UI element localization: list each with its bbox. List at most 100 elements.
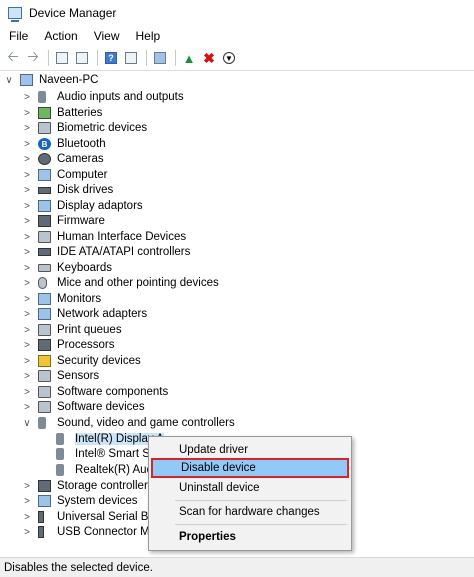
chevron-down-icon[interactable]: ∨ [4, 75, 14, 86]
scan-monitor-icon[interactable] [151, 49, 169, 67]
chevron-right-icon[interactable]: > [22, 247, 32, 258]
chevron-right-icon[interactable]: > [22, 371, 32, 382]
tree-item-firmware[interactable]: > Firmware [22, 213, 105, 229]
tree-item-label: Computer [57, 169, 108, 181]
menu-action[interactable]: Action [35, 29, 84, 43]
tree-item-sound[interactable]: ∨ Sound, video and game controllers [22, 415, 235, 431]
chevron-right-icon[interactable]: > [22, 92, 32, 103]
tree-item-cameras[interactable]: > Cameras [22, 151, 104, 167]
chevron-right-icon[interactable]: > [22, 496, 32, 507]
divider [0, 70, 474, 71]
uninstall-icon[interactable]: ✖ [200, 49, 218, 67]
update-driver-menu-item[interactable]: Update driver [151, 440, 349, 460]
chevron-right-icon[interactable]: > [22, 123, 32, 134]
chevron-right-icon[interactable]: > [22, 154, 32, 165]
tree-item-usb-connector[interactable]: > USB Connector Man [22, 524, 162, 540]
tree-item-label: Storage controllers [57, 480, 154, 492]
tree-item-computer[interactable]: > Computer [22, 167, 108, 183]
tree-item-label: Disk drives [57, 184, 114, 196]
chevron-right-icon[interactable]: > [22, 527, 32, 538]
speaker-icon [38, 91, 46, 103]
menu-view[interactable]: View [85, 29, 127, 43]
console-tree-icon[interactable] [73, 49, 91, 67]
usb-icon [38, 511, 44, 523]
disable-device-menu-item[interactable]: Disable device [151, 458, 349, 478]
monitor-icon [38, 293, 51, 305]
update-driver-icon[interactable]: ▲ [180, 49, 198, 67]
camera-icon [38, 153, 51, 165]
software-component-icon [38, 386, 51, 398]
tree-item-label: Human Interface Devices [57, 231, 187, 243]
tree-item-usb[interactable]: > Universal Serial Bus [22, 509, 161, 525]
tree-item-sensors[interactable]: > Sensors [22, 368, 99, 384]
system-device-icon [38, 495, 51, 507]
tree-item-label: Monitors [57, 293, 102, 305]
chevron-right-icon[interactable]: > [22, 201, 32, 212]
tree-item-realtek-audio[interactable]: Realtek(R) Audio [56, 462, 162, 478]
tree-item-ide[interactable]: > IDE ATA/ATAPI controllers [22, 244, 190, 260]
chevron-down-icon[interactable]: ∨ [22, 418, 32, 429]
chevron-right-icon[interactable]: > [22, 139, 32, 150]
chevron-right-icon[interactable]: > [22, 309, 32, 320]
tree-item-software-devices[interactable]: > Software devices [22, 399, 145, 415]
tree-item-bluetooth[interactable]: > B Bluetooth [22, 136, 106, 152]
menu-help[interactable]: Help [127, 29, 168, 43]
chevron-right-icon[interactable]: > [22, 185, 32, 196]
scan-hardware-menu-item[interactable]: Scan for hardware changes [151, 502, 349, 522]
chevron-right-icon[interactable]: > [22, 325, 32, 336]
tree-item-label: Network adapters [57, 308, 148, 320]
tree-item-disk-drives[interactable]: > Disk drives [22, 182, 113, 198]
chevron-right-icon[interactable]: > [22, 232, 32, 243]
forward-icon[interactable]: 🡢 [24, 48, 42, 67]
tree-item-intel-smart-sound[interactable]: Intel® Smart Sou [56, 446, 163, 462]
toolbar: 🡠 🡢 ? ▲ ✖ ▼ [0, 47, 474, 69]
chevron-right-icon[interactable]: > [22, 294, 32, 305]
tree-item-system-devices[interactable]: > System devices [22, 493, 138, 509]
bluetooth-icon: B [38, 138, 51, 150]
chevron-right-icon[interactable]: > [22, 512, 32, 523]
chevron-right-icon[interactable]: > [22, 108, 32, 119]
chevron-right-icon[interactable]: > [22, 340, 32, 351]
back-icon[interactable]: 🡠 [4, 48, 22, 67]
tree-item-display-adaptors[interactable]: > Display adaptors [22, 198, 143, 214]
tree-item-hid[interactable]: > Human Interface Devices [22, 229, 186, 245]
tree-item-batteries[interactable]: > Batteries [22, 105, 102, 121]
tree-item-storage[interactable]: > Storage controllers [22, 478, 154, 494]
chevron-right-icon[interactable]: > [22, 216, 32, 227]
help-icon[interactable]: ? [102, 49, 120, 67]
properties-menu-item[interactable]: Properties [151, 527, 349, 547]
tree-item-biometric[interactable]: > Biometric devices [22, 120, 147, 136]
menu-file[interactable]: File [0, 29, 35, 43]
tree-root[interactable]: ∨ Naveen-PC [4, 72, 98, 88]
tree-item-processors[interactable]: > Processors [22, 337, 115, 353]
tree-item-mice[interactable]: > Mice and other pointing devices [22, 275, 219, 291]
show-hidden-icon[interactable] [122, 49, 140, 67]
chevron-right-icon[interactable]: > [22, 170, 32, 181]
chevron-right-icon[interactable]: > [22, 402, 32, 413]
toolbar-divider [97, 50, 98, 66]
tree-item-label: Universal Serial Bus [57, 511, 161, 523]
tree-item-audio[interactable]: > Audio inputs and outputs [22, 89, 184, 105]
disable-icon[interactable]: ▼ [220, 49, 238, 67]
chevron-right-icon[interactable]: > [22, 356, 32, 367]
chevron-right-icon[interactable]: > [22, 278, 32, 289]
tree-item-keyboards[interactable]: > Keyboards [22, 260, 112, 276]
chevron-right-icon[interactable]: > [22, 481, 32, 492]
uninstall-device-menu-item[interactable]: Uninstall device [151, 478, 349, 498]
tree-item-print-queues[interactable]: > Print queues [22, 322, 122, 338]
tree-item-label: Bluetooth [57, 138, 106, 150]
toolbar-divider [48, 50, 49, 66]
firmware-icon [38, 215, 51, 227]
properties-view-icon[interactable] [53, 49, 71, 67]
tree-item-software-components[interactable]: > Software components [22, 384, 168, 400]
tree-item-network[interactable]: > Network adapters [22, 306, 147, 322]
chevron-right-icon[interactable]: > [22, 263, 32, 274]
chevron-right-icon[interactable]: > [22, 387, 32, 398]
tree-item-label: System devices [57, 495, 138, 507]
computer-icon [38, 169, 51, 181]
tree-item-monitors[interactable]: > Monitors [22, 291, 101, 307]
speaker-icon [56, 433, 64, 445]
keyboard-icon [38, 264, 51, 272]
tree-item-security[interactable]: > Security devices [22, 353, 141, 369]
tree-item-label: Sensors [57, 370, 100, 382]
